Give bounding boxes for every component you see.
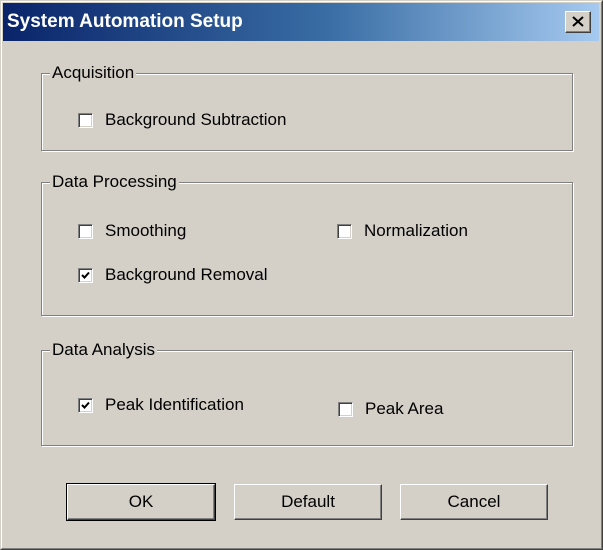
smoothing-box[interactable] bbox=[78, 223, 93, 239]
checkmark-icon bbox=[81, 271, 90, 279]
background-subtraction-box[interactable] bbox=[78, 112, 93, 128]
acquisition-legend: Acquisition bbox=[50, 63, 137, 83]
peak-area-box[interactable] bbox=[338, 401, 353, 417]
default-button[interactable]: Default bbox=[234, 484, 382, 520]
peak-area-checkbox[interactable]: Peak Area bbox=[338, 399, 443, 419]
background-subtraction-checkbox[interactable]: Background Subtraction bbox=[78, 110, 286, 130]
close-icon bbox=[572, 16, 584, 27]
data-processing-group: Data Processing Smoothing Normalization … bbox=[41, 172, 573, 316]
peak-identification-label: Peak Identification bbox=[105, 395, 244, 414]
data-analysis-legend: Data Analysis bbox=[50, 340, 157, 360]
data-analysis-group: Data Analysis Peak Identification Peak A… bbox=[41, 340, 573, 446]
system-automation-setup-dialog: System Automation Setup Acquisition Back… bbox=[0, 0, 603, 550]
peak-identification-checkbox[interactable]: Peak Identification bbox=[78, 395, 244, 415]
cancel-button[interactable]: Cancel bbox=[400, 484, 548, 520]
normalization-box[interactable] bbox=[337, 223, 352, 239]
window-title: System Automation Setup bbox=[7, 11, 243, 32]
peak-area-label: Peak Area bbox=[365, 399, 444, 418]
checkmark-icon bbox=[81, 401, 90, 409]
title-bar[interactable]: System Automation Setup bbox=[3, 3, 599, 41]
acquisition-group: Acquisition Background Subtraction bbox=[41, 63, 573, 151]
background-removal-label: Background Removal bbox=[105, 265, 268, 284]
background-removal-checkbox[interactable]: Background Removal bbox=[78, 265, 268, 285]
normalization-label: Normalization bbox=[364, 221, 468, 240]
normalization-checkbox[interactable]: Normalization bbox=[337, 221, 468, 241]
peak-identification-box[interactable] bbox=[78, 397, 93, 413]
data-processing-legend: Data Processing bbox=[50, 172, 179, 192]
background-subtraction-label: Background Subtraction bbox=[105, 110, 287, 129]
ok-button[interactable]: OK bbox=[66, 483, 216, 521]
close-button[interactable] bbox=[565, 11, 591, 33]
background-removal-box[interactable] bbox=[78, 267, 93, 283]
smoothing-checkbox[interactable]: Smoothing bbox=[78, 221, 186, 241]
smoothing-label: Smoothing bbox=[105, 221, 187, 240]
